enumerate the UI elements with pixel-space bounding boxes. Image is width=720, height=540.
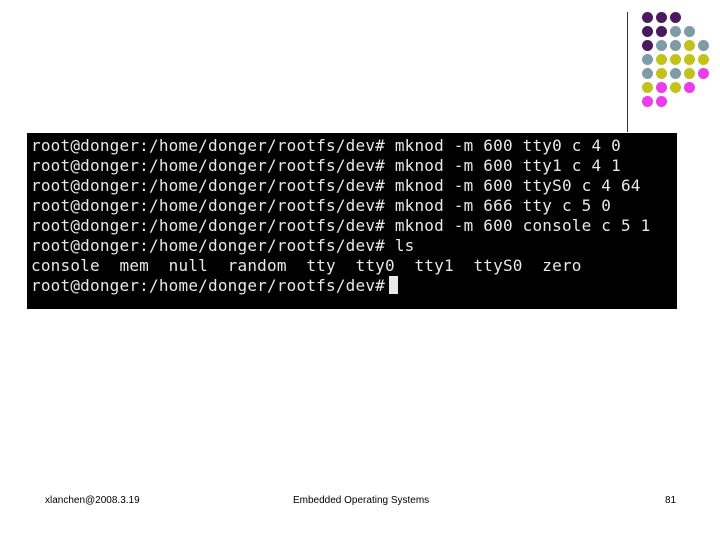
- terminal-line: root@donger:/home/donger/rootfs/dev# ls: [31, 236, 415, 255]
- decorative-dot: [656, 54, 667, 65]
- decorative-dot: [642, 12, 653, 23]
- terminal-line: root@donger:/home/donger/rootfs/dev# mkn…: [31, 136, 621, 155]
- decorative-dot: [656, 26, 667, 37]
- decorative-dot: [642, 40, 653, 51]
- decorative-dot: [670, 26, 681, 37]
- decorative-dot: [642, 54, 653, 65]
- decorative-dot: [684, 68, 695, 79]
- decorative-dot: [698, 40, 709, 51]
- decorative-dot: [698, 68, 709, 79]
- decorative-dot: [670, 68, 681, 79]
- footer-author: xlanchen@2008.3.19: [45, 495, 140, 506]
- decorative-dot: [642, 96, 653, 107]
- terminal-line: root@donger:/home/donger/rootfs/dev# mkn…: [31, 216, 651, 235]
- footer-title: Embedded Operating Systems: [293, 495, 430, 506]
- decorative-dot: [656, 12, 667, 23]
- decorative-vertical-line: [627, 12, 628, 132]
- decorative-dot: [670, 40, 681, 51]
- decorative-dot: [670, 82, 681, 93]
- terminal-line: console mem null random tty tty0 tty1 tt…: [31, 256, 582, 275]
- decorative-dot: [656, 68, 667, 79]
- decorative-dot: [670, 54, 681, 65]
- decorative-dot: [684, 40, 695, 51]
- decorative-dot: [656, 82, 667, 93]
- decorative-dot: [698, 54, 709, 65]
- terminal-prompt-line: root@donger:/home/donger/rootfs/dev#: [31, 276, 398, 296]
- terminal-line: root@donger:/home/donger/rootfs/dev# mkn…: [31, 156, 621, 175]
- terminal-screenshot: root@donger:/home/donger/rootfs/dev# mkn…: [27, 133, 677, 309]
- decorative-dot: [656, 96, 667, 107]
- decorative-dot: [642, 26, 653, 37]
- decorative-dot: [670, 12, 681, 23]
- terminal-cursor: [388, 276, 398, 294]
- decorative-dot-grid: [0, 0, 720, 140]
- terminal-prompt: root@donger:/home/donger/rootfs/dev#: [31, 276, 385, 295]
- decorative-dot: [684, 26, 695, 37]
- decorative-dot: [684, 82, 695, 93]
- decorative-dot: [656, 40, 667, 51]
- terminal-line: root@donger:/home/donger/rootfs/dev# mkn…: [31, 176, 641, 195]
- terminal-line: root@donger:/home/donger/rootfs/dev# mkn…: [31, 196, 612, 215]
- decorative-dot: [642, 82, 653, 93]
- page-number: 81: [665, 495, 677, 506]
- decorative-dot: [642, 68, 653, 79]
- decorative-dot: [684, 54, 695, 65]
